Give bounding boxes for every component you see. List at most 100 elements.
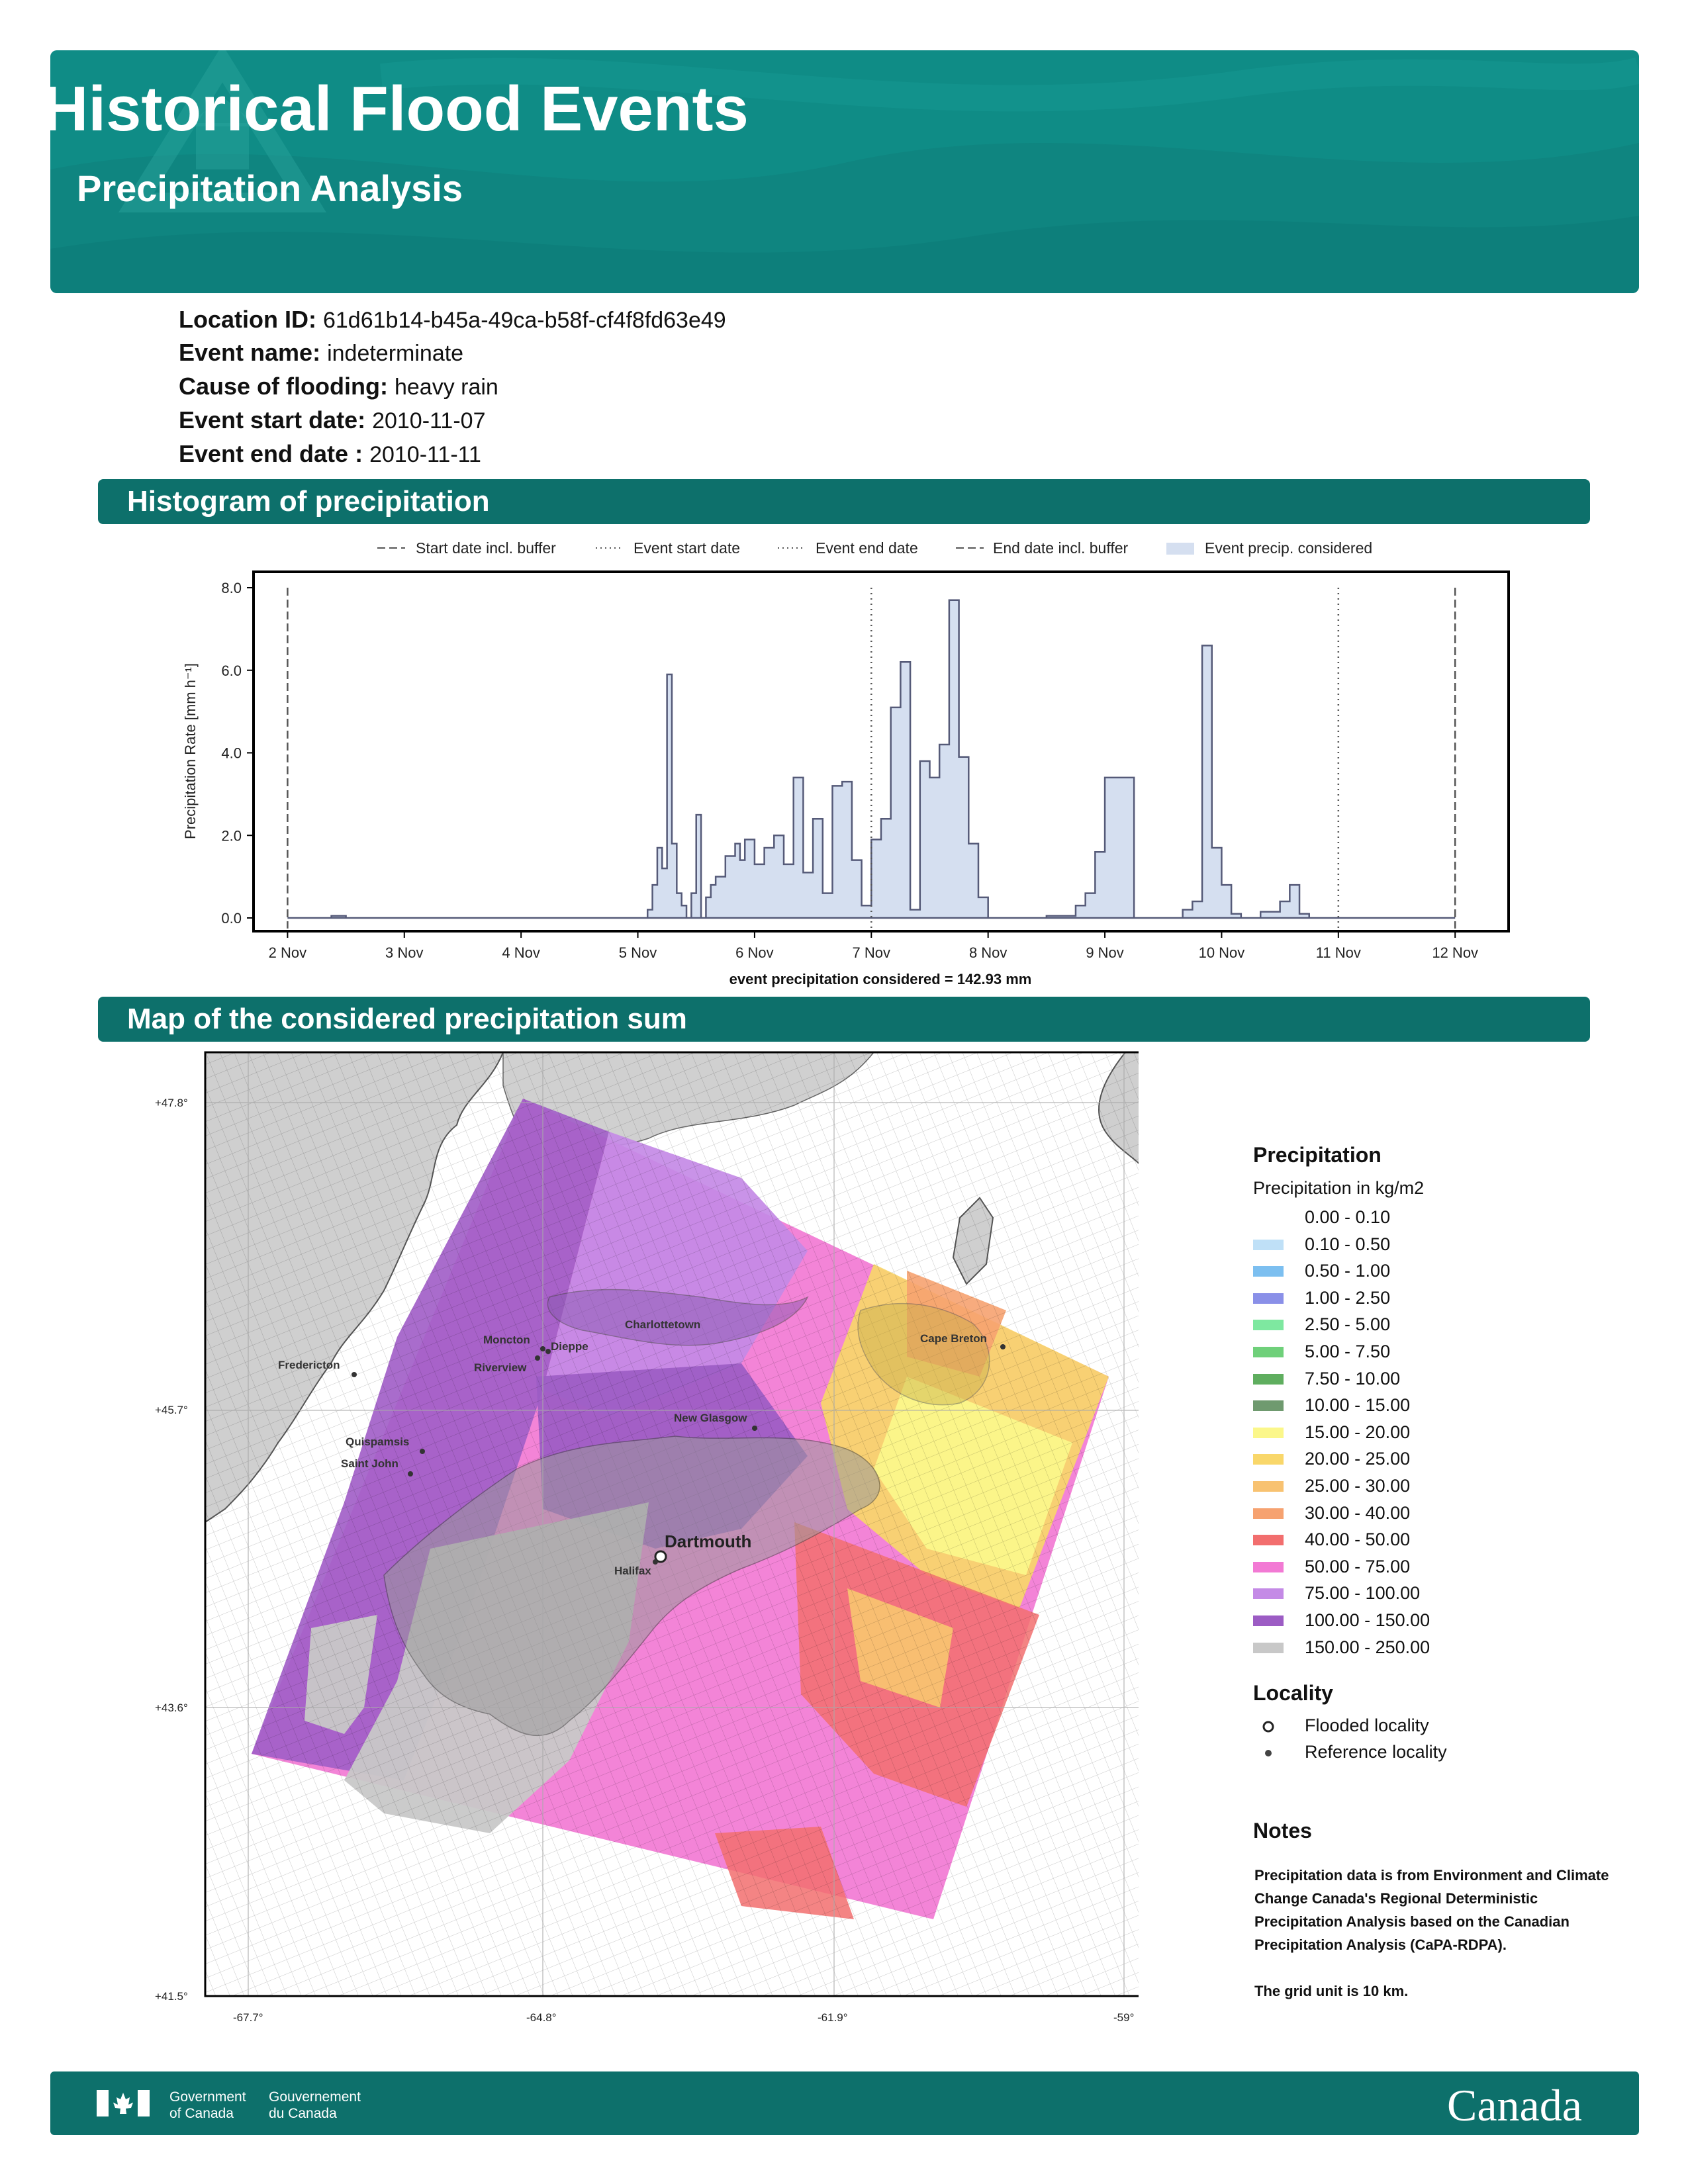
marker-saint-john xyxy=(408,1471,413,1477)
legend-class-swatch xyxy=(1253,1535,1284,1546)
legend-class-label: 25.00 - 30.00 xyxy=(1305,1476,1411,1496)
place-dartmouth: Dartmouth xyxy=(665,1531,751,1551)
locality-legend-title: Locality xyxy=(1253,1681,1333,1705)
legend-event-end: Event end date xyxy=(816,539,918,557)
legend-class-swatch xyxy=(1253,1212,1284,1223)
canada-wordmark: Canada xyxy=(1447,2080,1582,2130)
legend-class-swatch xyxy=(1253,1561,1284,1572)
marker-cape-breton xyxy=(1000,1344,1006,1349)
xtick-label: 12 Nov xyxy=(1432,944,1478,961)
xtick-label: 11 Nov xyxy=(1316,944,1361,961)
info-cause: Cause of flooding: heavy rain xyxy=(179,373,498,400)
marker-riverview xyxy=(535,1355,540,1361)
marker-fredericton xyxy=(352,1372,357,1377)
notes-source: Precipitation data is from Environment a… xyxy=(1254,1867,1609,1953)
xtick-label: 2 Nov xyxy=(269,944,306,961)
legend-start-buffer: Start date incl. buffer xyxy=(416,539,556,557)
precip-legend-classes: 0.00 - 0.10 0.10 - 0.50 0.50 - 1.00 1.00 - … xyxy=(1253,1206,1518,1669)
legend-class-swatch xyxy=(1253,1642,1284,1653)
precip-legend-subtitle: Precipitation in kg/m2 xyxy=(1253,1178,1425,1198)
place-cape-breton: Cape Breton xyxy=(920,1332,987,1345)
marker-halifax xyxy=(653,1559,658,1565)
precipitation-map: Moncton Dieppe Riverview Charlottetown F… xyxy=(155,1051,1139,2024)
legend-class-swatch xyxy=(1253,1400,1284,1412)
chart-legend: Start date incl. buffer Event start date… xyxy=(377,539,1372,557)
ytick-label: 4.0 xyxy=(221,745,242,762)
ytick-label: 8.0 xyxy=(221,580,242,596)
legend-class-swatch xyxy=(1253,1588,1284,1600)
legend-class-label: 15.00 - 20.00 xyxy=(1305,1422,1411,1442)
xtick-label: 5 Nov xyxy=(619,944,657,961)
place-moncton: Moncton xyxy=(483,1334,530,1346)
legend-class-label: 75.00 - 100.00 xyxy=(1305,1583,1421,1604)
legend-class-swatch xyxy=(1253,1373,1284,1385)
legend-class-label: 150.00 - 250.00 xyxy=(1305,1637,1430,1657)
reference-locality-icon xyxy=(1265,1750,1272,1756)
xtick-label: 8 Nov xyxy=(969,944,1007,961)
legend-class-swatch xyxy=(1253,1481,1284,1492)
place-dieppe: Dieppe xyxy=(551,1340,588,1353)
place-new-glasgow: New Glasgow xyxy=(674,1412,747,1424)
page-subtitle: Precipitation Analysis xyxy=(77,167,463,209)
xtick-label: 7 Nov xyxy=(853,944,890,961)
legend-class-swatch xyxy=(1253,1615,1284,1626)
section-map-header: Map of the considered precipitation sum xyxy=(98,997,1590,1042)
legend-class-swatch xyxy=(1253,1454,1284,1465)
lon-label-61-9: -61.9° xyxy=(818,2011,848,2024)
notes-grid-unit: The grid unit is 10 km. xyxy=(1254,1983,1409,1999)
y-axis-label: Precipitation Rate [mm h⁻¹] xyxy=(182,663,199,839)
legend-class-label: 0.50 - 1.00 xyxy=(1305,1261,1391,1281)
legend-swatch-event-precip xyxy=(1166,543,1194,555)
lat-label-45-7: +45.7° xyxy=(155,1404,188,1416)
legend-class-label: 20.00 - 25.00 xyxy=(1305,1449,1411,1469)
place-charlottetown: Charlottetown xyxy=(625,1318,700,1331)
ytick-label: 2.0 xyxy=(221,827,242,844)
lat-label-47-8: +47.8° xyxy=(155,1097,188,1109)
lat-label-43-6: +43.6° xyxy=(155,1702,188,1714)
flooded-locality-icon xyxy=(1262,1721,1274,1733)
precip-legend-title: Precipitation xyxy=(1253,1143,1382,1167)
place-riverview: Riverview xyxy=(474,1361,527,1374)
footer: Government of Canada Gouvernement du Canad… xyxy=(50,2071,1639,2135)
xtick-label: 4 Nov xyxy=(502,944,539,961)
legend-event-precip: Event precip. considered xyxy=(1205,539,1372,557)
legend-event-start: Event start date xyxy=(633,539,740,557)
legend-class-label: 0.00 - 0.10 xyxy=(1305,1207,1391,1227)
legend-class-label: 0.10 - 0.50 xyxy=(1305,1234,1391,1254)
legend-class-swatch xyxy=(1253,1320,1284,1331)
marker-moncton xyxy=(540,1346,545,1351)
marker-quispamsis xyxy=(420,1449,425,1454)
notes-title: Notes xyxy=(1253,1819,1312,1843)
xtick-label: 6 Nov xyxy=(735,944,773,961)
place-fredericton: Fredericton xyxy=(278,1359,340,1371)
x-axis-label: event precipitation considered = 142.93 … xyxy=(729,971,1032,987)
legend-class-swatch xyxy=(1253,1347,1284,1357)
info-end-date: Event end date :2010-11-11 xyxy=(179,440,481,467)
precip-area xyxy=(287,599,1456,919)
legend-class-label: 40.00 - 50.00 xyxy=(1305,1529,1411,1550)
page-title: Historical Flood Events xyxy=(42,73,749,144)
canada-flag-icon xyxy=(97,2090,150,2116)
legend-class-swatch xyxy=(1253,1427,1284,1438)
legend-class-label: 100.00 - 150.00 xyxy=(1305,1610,1430,1630)
lon-label-67-7: -67.7° xyxy=(233,2011,263,2024)
marker-new-glasgow xyxy=(752,1426,757,1431)
legend-class-swatch xyxy=(1253,1508,1284,1519)
ytick-label: 6.0 xyxy=(221,662,242,679)
legend-class-swatch xyxy=(1253,1239,1284,1250)
place-quispamsis: Quispamsis xyxy=(346,1435,409,1448)
xtick-label: 9 Nov xyxy=(1086,944,1123,961)
lon-label-59: -59° xyxy=(1113,2011,1134,2024)
legend-class-label: 10.00 - 15.00 xyxy=(1305,1395,1411,1416)
footer-gov-fr: Gouvernement du Canada xyxy=(269,2089,361,2121)
info-start-date: Event start date: 2010-11-07 xyxy=(179,406,486,433)
footer-gov-en: Government of Canada xyxy=(169,2089,246,2121)
marker-dieppe xyxy=(545,1349,551,1354)
legend-end-buffer: End date incl. buffer xyxy=(993,539,1128,557)
lon-label-64-8: -64.8° xyxy=(526,2011,557,2024)
legend-class-label: 7.50 - 10.00 xyxy=(1305,1368,1401,1388)
ytick-label: 0.0 xyxy=(221,910,242,927)
legend-class-label: 50.00 - 75.00 xyxy=(1305,1556,1411,1576)
place-saint-john: Saint John xyxy=(341,1457,399,1470)
legend-class-label: 5.00 - 7.50 xyxy=(1305,1342,1391,1361)
